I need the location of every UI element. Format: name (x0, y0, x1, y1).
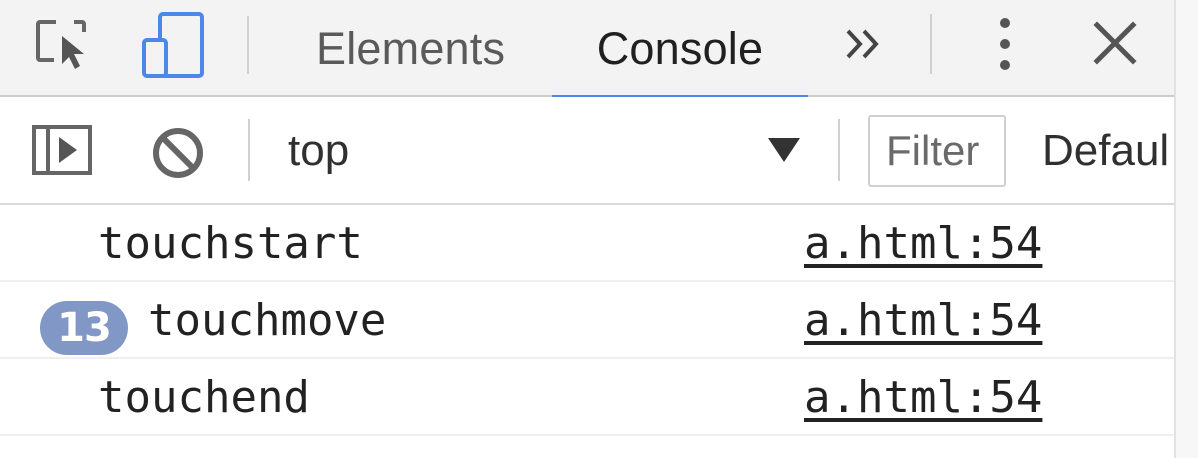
tab-elements[interactable]: Elements (316, 0, 505, 97)
log-levels-value: Defaul (1042, 126, 1170, 175)
message-text: touchend (98, 372, 310, 423)
device-toolbar-icon[interactable] (140, 10, 208, 78)
chevron-double-right-icon (846, 29, 879, 59)
show-console-sidebar-icon[interactable] (31, 124, 93, 176)
message-text: touchmove (148, 295, 387, 346)
devtools-tab-bar: Elements Console (0, 0, 1198, 99)
execution-context-select[interactable]: top (288, 97, 828, 205)
tab-console[interactable]: Console (552, 0, 808, 99)
log-levels-select[interactable]: Defaul (1042, 97, 1174, 205)
repeat-count-badge: 13 (40, 301, 128, 355)
toolbar-divider (247, 16, 249, 74)
toolbar-divider (838, 119, 840, 181)
scrollbar-track[interactable] (1174, 0, 1198, 458)
close-icon[interactable] (1092, 20, 1138, 66)
console-message[interactable]: 13 touchmove a.html:54 (0, 282, 1174, 359)
console-message[interactable]: touchend a.html:54 (0, 359, 1174, 436)
more-options-icon[interactable] (990, 16, 1020, 72)
execution-context-value: top (288, 126, 350, 175)
message-source-link[interactable]: a.html:54 (804, 282, 1042, 359)
console-message[interactable]: touchstart a.html:54 (0, 205, 1174, 282)
filter-input[interactable] (868, 115, 1006, 187)
message-source-link[interactable]: a.html:54 (804, 205, 1042, 282)
clear-console-icon[interactable] (150, 125, 206, 181)
message-source-link[interactable]: a.html:54 (804, 359, 1042, 436)
inspect-element-icon[interactable] (34, 18, 96, 70)
toolbar-divider (930, 14, 932, 74)
more-tabs-button[interactable] (842, 22, 884, 66)
toolbar-divider (248, 119, 250, 181)
console-messages: touchstart a.html:54 13 touchmove a.html… (0, 205, 1174, 436)
dropdown-arrow-icon[interactable] (765, 134, 803, 166)
message-text: touchstart (98, 218, 363, 269)
console-toolbar: top Defaul (0, 97, 1198, 205)
